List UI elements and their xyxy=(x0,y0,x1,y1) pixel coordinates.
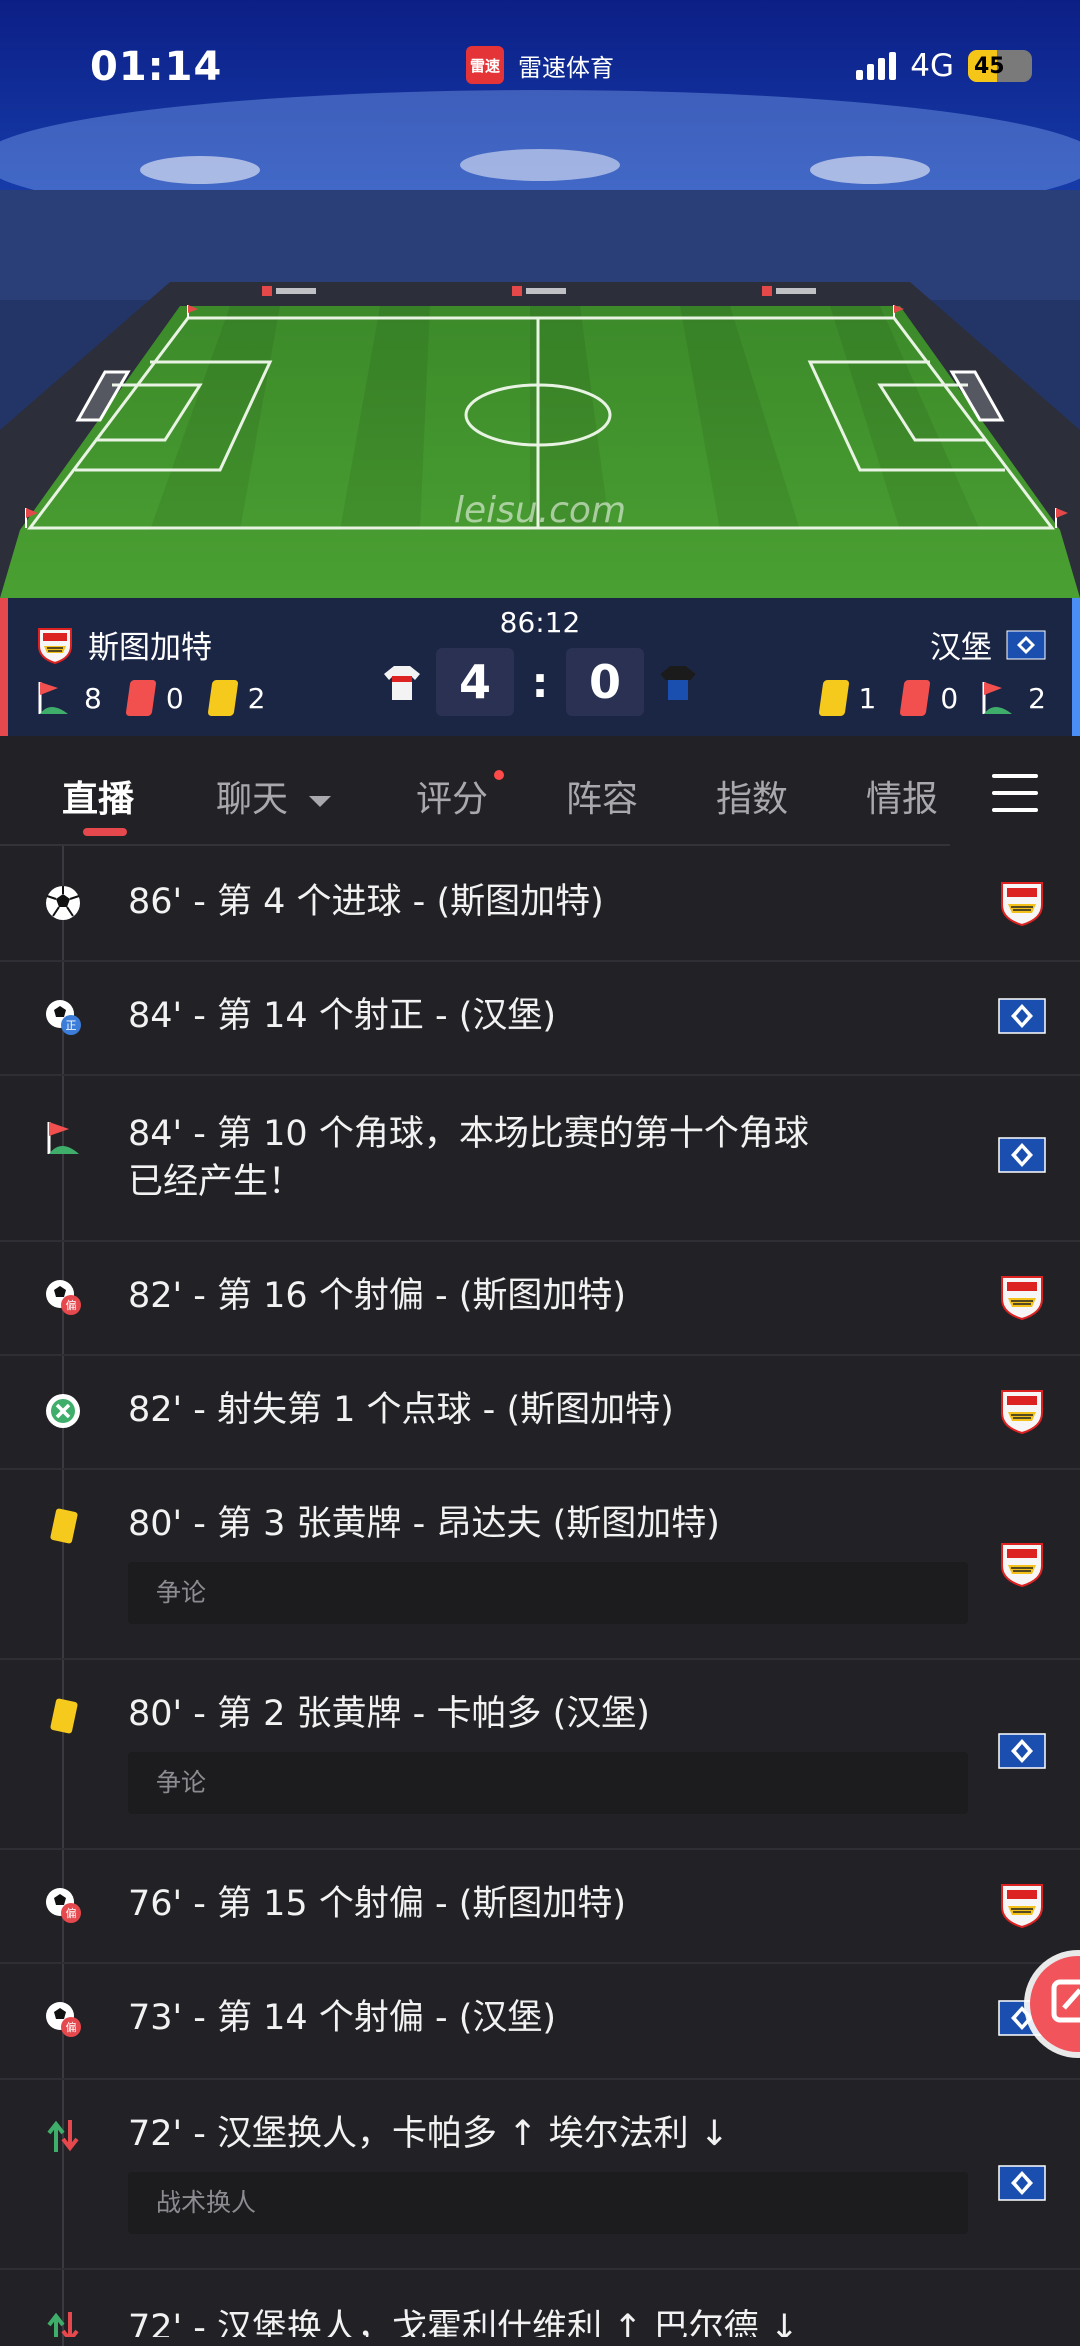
event-text: 73' - 第 14 个射偏 - (汉堡) xyxy=(128,1998,557,2038)
tab-rating[interactable]: 评分 xyxy=(416,770,488,822)
stuttgart-crest-icon xyxy=(1001,1543,1043,1588)
event-item[interactable]: 80' - 第 2 张黄牌 - 卡帕多 (汉堡) 争论 xyxy=(0,1658,1080,1850)
cellular-signal-icon xyxy=(856,52,897,80)
event-item[interactable]: 偏 73' - 第 14 个射偏 - (汉堡) xyxy=(0,1962,1080,2080)
event-item[interactable]: 正 84' - 第 14 个射正 - (汉堡) xyxy=(0,960,1080,1076)
event-item[interactable]: 72' - 汉堡换人，卡帕多 ↑ 埃尔法利 ↓ 战术换人 xyxy=(0,2078,1080,2270)
app-logo-icon: 雷速 xyxy=(466,46,504,84)
away-kit-icon xyxy=(660,666,696,700)
corner-icon xyxy=(38,682,68,714)
event-text: 80' - 第 2 张黄牌 - 卡帕多 (汉堡) xyxy=(128,1694,650,1734)
notification-dot xyxy=(494,770,504,780)
network-type: 4G xyxy=(910,48,954,84)
stuttgart-crest-icon xyxy=(1001,1276,1043,1321)
home-score: 4 xyxy=(436,648,514,716)
event-text: 76' - 第 15 个射偏 - (斯图加特) xyxy=(128,1884,627,1924)
event-note: 战术换人 xyxy=(128,2172,968,2234)
shot-on-target-icon: 正 xyxy=(46,1000,81,1035)
home-red-cards: 0 xyxy=(165,681,184,715)
event-text: 72' - 汉堡换人，卡帕多 ↑ 埃尔法利 ↓ xyxy=(128,2114,730,2154)
hamburg-crest-icon xyxy=(998,1733,1046,1769)
score-separator: : xyxy=(531,657,549,707)
red-card-icon xyxy=(125,680,157,716)
event-text: 84' - 第 10 个角球，本场比赛的第十个角球 已经产生！ xyxy=(128,1114,809,1202)
event-note: 争论 xyxy=(128,1752,968,1814)
tab-rating-label: 评分 xyxy=(416,779,489,820)
tab-live[interactable]: 直播 xyxy=(62,770,134,822)
hamburg-crest-icon xyxy=(998,2165,1046,2201)
svg-text:偏: 偏 xyxy=(66,1298,77,1312)
event-text: 72' - 汉堡换人，戈霍利什维利 ↑ 巴尔德 ↓ xyxy=(128,2308,800,2337)
yellow-card-icon xyxy=(50,1508,78,1544)
event-text: 84' - 第 14 个射正 - (汉堡) xyxy=(128,996,557,1036)
stuttgart-crest-icon xyxy=(1001,1884,1043,1929)
svg-text:偏: 偏 xyxy=(66,2020,77,2034)
shot-off-target-icon: 偏 xyxy=(46,2002,81,2037)
tab-odds[interactable]: 指数 xyxy=(716,770,788,822)
away-corners: 2 xyxy=(1028,681,1046,715)
missed-penalty-icon xyxy=(46,1394,80,1428)
tab-intel[interactable]: 情报 xyxy=(866,770,938,822)
event-item[interactable]: 82' - 射失第 1 个点球 - (斯图加特) xyxy=(0,1354,1080,1470)
tab-lineup[interactable]: 阵容 xyxy=(566,770,638,822)
match-clock: 86:12 xyxy=(499,606,581,639)
goal-icon xyxy=(46,886,80,920)
tab-chat[interactable]: 聊天 xyxy=(216,770,333,822)
yellow-card-icon xyxy=(817,680,850,716)
battery-icon: 45 xyxy=(968,50,1032,82)
away-yellow-cards: 1 xyxy=(858,681,877,715)
home-kit-icon xyxy=(384,666,420,700)
chevron-down-icon xyxy=(309,796,332,807)
status-indicators: 4G 45 xyxy=(856,48,1032,84)
tab-chat-label: 聊天 xyxy=(216,779,289,820)
away-red-cards: 0 xyxy=(940,681,959,715)
svg-text:正: 正 xyxy=(66,1019,77,1032)
status-time: 01:14 xyxy=(90,44,223,90)
home-team-stats: 8 0 2 xyxy=(36,678,265,718)
edit-icon xyxy=(1051,1979,1080,2023)
battery-level: 45 xyxy=(974,53,1005,79)
menu-icon[interactable] xyxy=(992,774,1038,814)
home-corners: 8 xyxy=(84,681,102,715)
event-item[interactable]: 偏 82' - 第 16 个射偏 - (斯图加特) xyxy=(0,1240,1080,1356)
tab-bar: 直播 聊天 评分 阵容 指数 情报 xyxy=(0,736,1080,846)
shot-off-target-icon: 偏 xyxy=(46,1280,81,1315)
event-item[interactable]: 偏 76' - 第 15 个射偏 - (斯图加特) xyxy=(0,1848,1080,1964)
home-yellow-cards: 2 xyxy=(247,681,266,715)
event-text: 86' - 第 4 个进球 - (斯图加特) xyxy=(128,882,604,922)
score-display: 4 : 0 xyxy=(372,646,708,718)
shot-off-target-icon: 偏 xyxy=(46,1888,81,1923)
stadium-banner: 01:14 雷速 雷速体育 4G 45 leisu.com xyxy=(0,0,1080,598)
away-team-stats: 1 0 2 xyxy=(817,678,1046,718)
yellow-card-icon xyxy=(207,680,239,716)
event-text: 82' - 射失第 1 个点球 - (斯图加特) xyxy=(128,1390,674,1430)
substitution-icon xyxy=(47,2120,79,2152)
hamburg-crest-icon xyxy=(998,998,1046,1034)
away-score: 0 xyxy=(566,648,644,716)
event-item[interactable]: 72' - 汉堡换人，戈霍利什维利 ↑ 巴尔德 ↓ xyxy=(0,2268,1080,2337)
red-card-icon xyxy=(899,680,931,716)
svg-text:偏: 偏 xyxy=(66,1906,77,1920)
status-bar: 01:14 雷速 雷速体育 4G 45 xyxy=(0,0,1080,135)
event-item[interactable]: 86' - 第 4 个进球 - (斯图加特) xyxy=(0,846,1080,962)
corner-icon xyxy=(982,682,1013,714)
hamburg-crest-icon xyxy=(998,1137,1046,1173)
watermark: leisu.com xyxy=(453,490,627,531)
event-item[interactable]: 80' - 第 3 张黄牌 - 昂达夫 (斯图加特) 争论 xyxy=(0,1468,1080,1660)
yellow-card-icon xyxy=(50,1698,78,1734)
event-item[interactable]: 84' - 第 10 个角球，本场比赛的第十个角球 已经产生！ xyxy=(0,1074,1080,1242)
app-name: 雷速体育 xyxy=(518,53,614,82)
app-indicator: 雷速 雷速体育 xyxy=(466,46,614,84)
event-text: 82' - 第 16 个射偏 - (斯图加特) xyxy=(128,1276,627,1316)
corner-icon xyxy=(47,1122,79,1154)
event-note: 争论 xyxy=(128,1562,968,1624)
event-text: 80' - 第 3 张黄牌 - 昂达夫 (斯图加特) xyxy=(128,1504,720,1544)
stuttgart-crest-icon xyxy=(1001,1390,1043,1435)
active-tab-indicator xyxy=(83,828,127,836)
substitution-icon xyxy=(47,2312,79,2337)
stuttgart-crest-icon xyxy=(1001,882,1043,927)
